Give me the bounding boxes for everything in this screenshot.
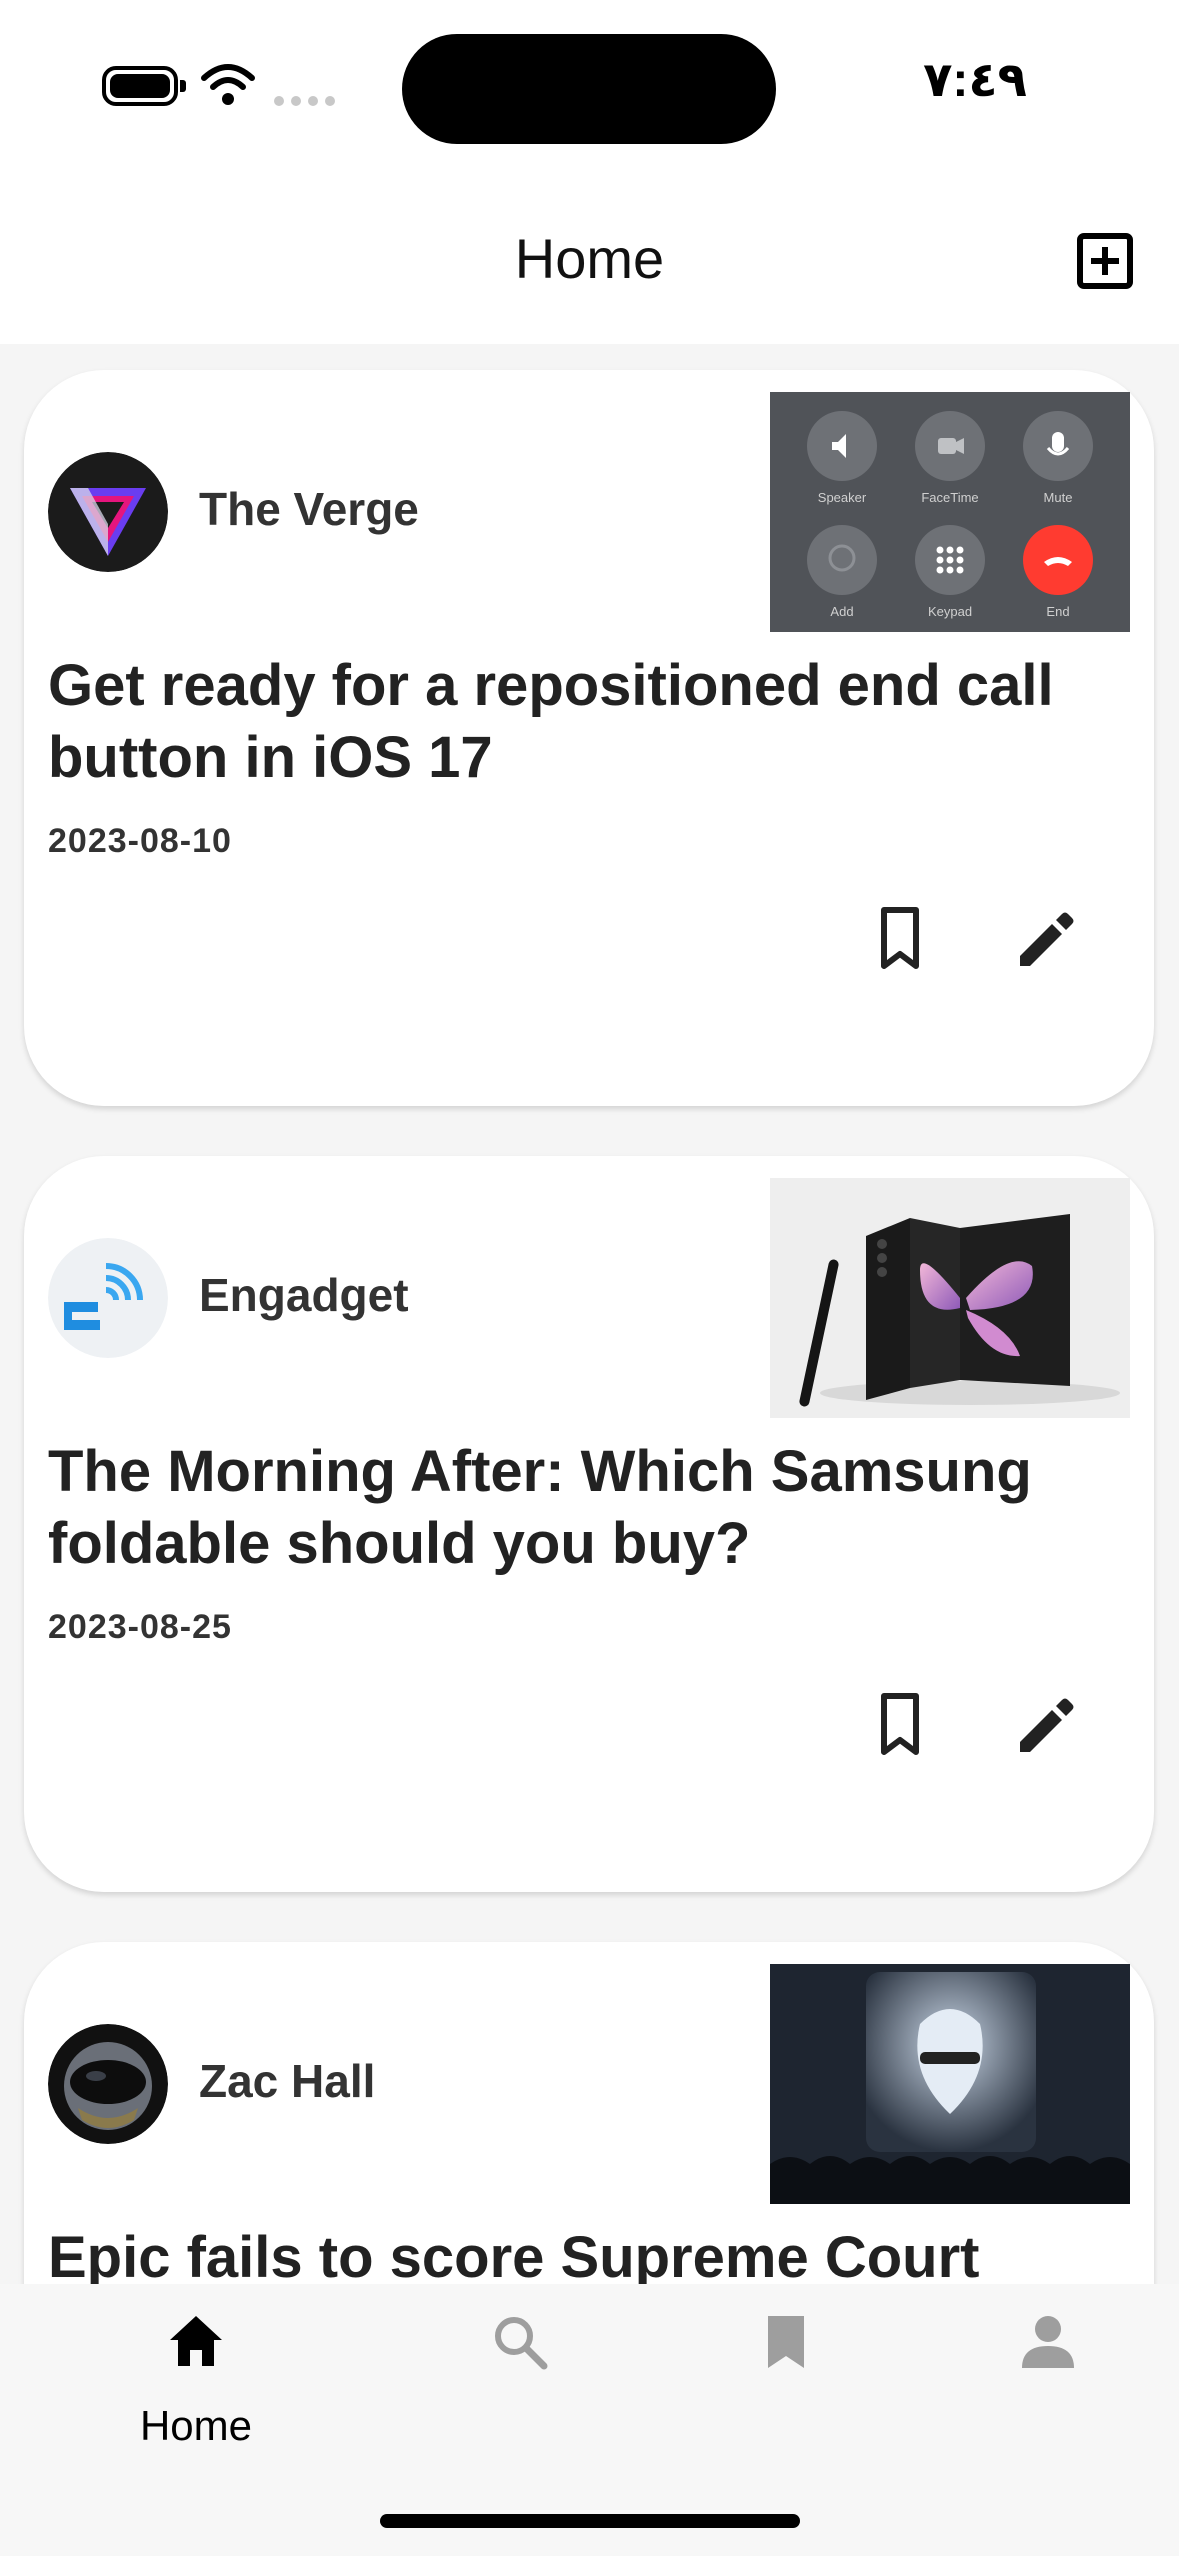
engadget-logo (48, 1238, 168, 1358)
bookmark-icon[interactable] (864, 1688, 936, 1760)
battery-icon (102, 66, 186, 106)
thumb-label-end: End (1046, 604, 1069, 619)
article-thumbnail[interactable]: Speaker FaceTime Mute Add Keypad End (770, 392, 1130, 632)
source-name: The Verge (199, 483, 419, 535)
article-card[interactable]: The Verge Speaker FaceTime Mute Add Keyp… (24, 370, 1154, 1106)
tab-home[interactable]: Home (96, 2312, 296, 2449)
nav-bar: Home (0, 180, 1179, 344)
bookmark-icon[interactable] (864, 902, 936, 974)
author-avatar (48, 2024, 168, 2144)
person-icon (1022, 2316, 1074, 2368)
thumb-label-mute: Mute (1044, 490, 1073, 505)
thumb-label-speaker: Speaker (818, 490, 867, 505)
page-title: Home (514, 227, 665, 290)
edit-icon[interactable] (1010, 1688, 1082, 1760)
article-date: 2023-08-10 (48, 822, 232, 860)
thumb-label-add: Add (830, 604, 853, 619)
article-thumbnail[interactable] (770, 1178, 1130, 1418)
search-icon (495, 2317, 548, 2370)
article-card[interactable]: Engadget The Morning After: Which Samsun… (24, 1156, 1154, 1892)
article-title[interactable]: Get ready for a repositioned end call bu… (48, 650, 1128, 794)
article-feed[interactable]: The Verge Speaker FaceTime Mute Add Keyp… (0, 344, 1179, 2284)
thumb-label-facetime: FaceTime (921, 490, 978, 505)
tab-home-label: Home (139, 2402, 253, 2449)
home-indicator (380, 2514, 800, 2528)
tab-profile[interactable] (948, 2312, 1148, 2442)
article-thumbnail[interactable] (770, 1964, 1130, 2204)
article-title[interactable]: The Morning After: Which Samsung foldabl… (48, 1436, 1128, 1580)
source-name: Engadget (199, 1269, 409, 1321)
home-icon (170, 2316, 222, 2366)
article-title[interactable]: Epic fails to score Supreme Court (48, 2222, 1128, 2284)
bookmark-filled-icon (768, 2316, 804, 2368)
dynamic-island (402, 34, 776, 144)
article-card[interactable]: Zac Hall Epic fails to score Supreme Cou… (24, 1942, 1154, 2284)
tab-bookmarks[interactable] (686, 2312, 886, 2442)
the-verge-logo (48, 452, 168, 572)
source-name: Zac Hall (199, 2055, 376, 2107)
thumb-label-keypad: Keypad (928, 604, 972, 619)
tab-search[interactable] (420, 2312, 620, 2442)
edit-icon[interactable] (1010, 902, 1082, 974)
cellular-signal-icon (274, 96, 335, 106)
wifi-icon (201, 64, 255, 105)
article-date: 2023-08-25 (48, 1608, 232, 1646)
status-bar: ٧:٤٩ (0, 0, 1179, 180)
add-box-icon[interactable] (1076, 232, 1134, 290)
status-time: ٧:٤٩ (923, 54, 1027, 107)
